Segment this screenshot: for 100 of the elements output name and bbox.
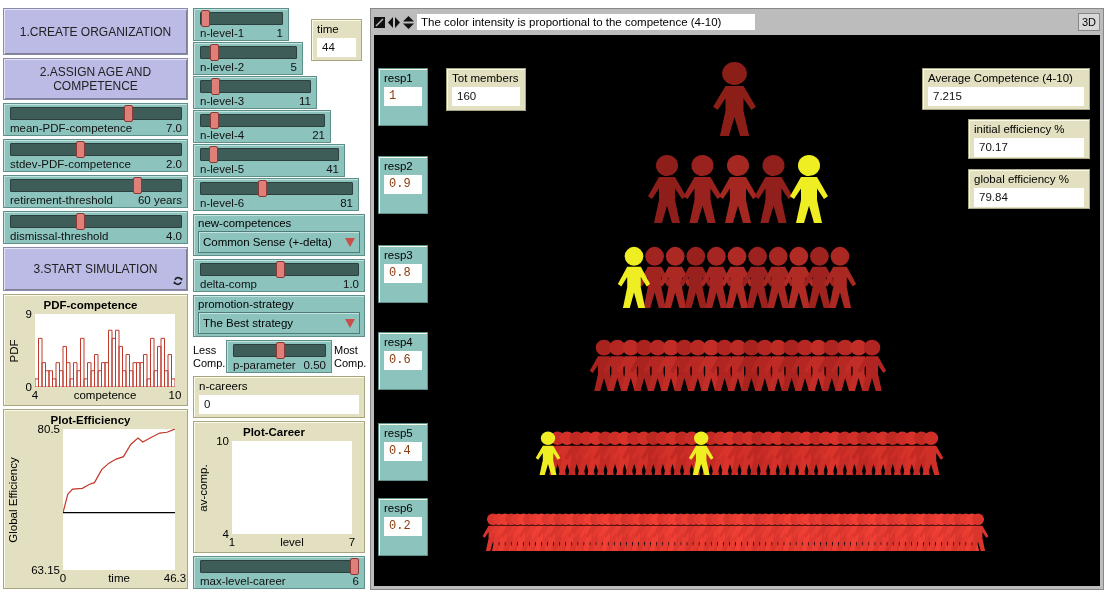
- slider-label: n-level-3: [200, 95, 245, 107]
- monitor-label: initial efficiency %: [974, 123, 1066, 135]
- tick-label: 4: [222, 528, 229, 540]
- diagonal-square-icon[interactable]: [374, 16, 385, 28]
- chooser-label: new-competences: [198, 217, 293, 229]
- slider[interactable]: n-level-3 11: [193, 76, 317, 109]
- slider-label: max-level-career: [200, 575, 286, 587]
- slider-value: 0.50: [303, 359, 326, 371]
- slider[interactable]: n-level-6 81: [193, 178, 359, 211]
- slider-thumb[interactable]: [124, 105, 134, 122]
- three-d-button[interactable]: 3D: [1077, 13, 1100, 31]
- tick-label: 7: [348, 536, 356, 548]
- slider-label: dismissal-threshold: [10, 230, 109, 242]
- monitor-value: 0.4: [384, 442, 422, 461]
- slider-thumb[interactable]: [209, 44, 219, 61]
- axis-label: competence: [73, 388, 137, 403]
- slider-label: p-parameter: [233, 359, 296, 371]
- tick-label: 9: [25, 308, 32, 320]
- up-down-arrows-icon[interactable]: [403, 15, 414, 29]
- slider[interactable]: p-parameter 0.50: [226, 340, 332, 373]
- slider-track[interactable]: [200, 560, 359, 573]
- monitor-value: 0.9: [384, 175, 422, 194]
- chooser-label: promotion-strategy: [198, 298, 295, 310]
- monitor-value: 1: [384, 87, 422, 106]
- slider-track[interactable]: [200, 148, 339, 161]
- slider-thumb[interactable]: [75, 141, 85, 158]
- slider-value: 4.0: [166, 230, 182, 242]
- slider-value: 1: [276, 27, 283, 39]
- slider-label: n-level-2: [200, 61, 245, 73]
- slider[interactable]: n-level-2 5: [193, 42, 303, 75]
- axis-label: av-comp.: [197, 463, 209, 512]
- monitor-label: resp4: [384, 336, 414, 348]
- slider-thumb[interactable]: [211, 78, 221, 95]
- monitor-value: 44: [317, 38, 356, 57]
- chooser-dropdown[interactable]: The Best strategy: [198, 312, 360, 334]
- slider-thumb[interactable]: [132, 177, 142, 194]
- button[interactable]: 1.CREATE ORGANIZATION: [3, 8, 188, 55]
- slider-track[interactable]: [10, 143, 182, 156]
- caret-icon: [345, 237, 355, 247]
- slider[interactable]: dismissal-threshold 4.0: [3, 211, 188, 244]
- slider-thumb[interactable]: [201, 10, 210, 27]
- slider-track[interactable]: [200, 182, 353, 195]
- slider-thumb[interactable]: [350, 558, 359, 575]
- slider-label: stdev-PDF-competence: [10, 158, 131, 170]
- monitor-label: resp6: [384, 502, 414, 514]
- slider-track[interactable]: [10, 107, 182, 120]
- slider-track[interactable]: [233, 344, 326, 357]
- slider-thumb[interactable]: [210, 112, 220, 129]
- slider-track[interactable]: [200, 12, 283, 25]
- slider-track[interactable]: [200, 46, 297, 59]
- monitor-label: n-careers: [199, 380, 249, 392]
- loop-icon: [173, 276, 183, 286]
- slider-thumb[interactable]: [275, 261, 285, 278]
- note-text: Less Comp.: [193, 343, 224, 370]
- slider[interactable]: retirement-threshold 60 years: [3, 175, 188, 208]
- slider-value: 6: [352, 575, 359, 587]
- tick-label: 10: [216, 435, 229, 447]
- slider-track[interactable]: [200, 80, 311, 93]
- tick-label: 63.15: [31, 564, 60, 576]
- slider[interactable]: n-level-1 1: [193, 8, 289, 41]
- monitor-value: 0.8: [384, 264, 422, 283]
- slider-label: n-level-1: [200, 27, 245, 39]
- tick-label: 10: [168, 389, 182, 401]
- tick-label: 80.5: [37, 423, 60, 435]
- slider-track[interactable]: [10, 215, 182, 228]
- tick-label: 0: [59, 572, 67, 584]
- slider-track[interactable]: [200, 114, 325, 127]
- monitor-value: 79.84: [974, 188, 1084, 207]
- monitor-label: resp5: [384, 427, 414, 439]
- slider-track[interactable]: [200, 263, 359, 276]
- slider-value: 1.0: [343, 278, 359, 290]
- left-right-arrows-icon[interactable]: [388, 16, 400, 28]
- button[interactable]: 2.ASSIGN AGE AND COMPETENCE: [3, 58, 188, 100]
- slider-thumb[interactable]: [275, 342, 285, 359]
- slider-thumb[interactable]: [258, 180, 268, 197]
- slider-thumb[interactable]: [75, 213, 85, 230]
- slider-label: mean-PDF-competence: [10, 122, 133, 134]
- slider[interactable]: delta-comp 1.0: [193, 259, 365, 292]
- monitor-value: 0: [199, 395, 359, 414]
- tick-label: 4: [31, 389, 39, 401]
- slider[interactable]: n-level-5 41: [193, 144, 345, 177]
- slider[interactable]: n-level-4 21: [193, 110, 331, 143]
- chooser-dropdown[interactable]: Common Sense (+-delta): [198, 231, 360, 253]
- title-field: The color intensity is proportional to the competence (4-10): [417, 14, 755, 30]
- slider-thumb[interactable]: [208, 146, 218, 163]
- slider-value: 5: [290, 61, 297, 73]
- slider[interactable]: mean-PDF-competence 7.0: [3, 103, 188, 136]
- slider-value: 2.0: [166, 158, 182, 170]
- slider-value: 11: [299, 95, 311, 107]
- monitor-label: Average Competence (4-10): [928, 72, 1074, 84]
- axis-label: time: [108, 571, 130, 586]
- monitor-label: resp2: [384, 160, 414, 172]
- slider-track[interactable]: [10, 179, 182, 192]
- caret-icon: [345, 318, 355, 328]
- slider-label: n-level-6: [200, 197, 245, 209]
- slider[interactable]: max-level-career 6: [193, 556, 365, 589]
- button[interactable]: 3.START SIMULATION: [3, 247, 188, 291]
- axis-label: level: [280, 535, 304, 550]
- slider[interactable]: stdev-PDF-competence 2.0: [3, 139, 188, 172]
- slider-value: 60 years: [137, 194, 182, 206]
